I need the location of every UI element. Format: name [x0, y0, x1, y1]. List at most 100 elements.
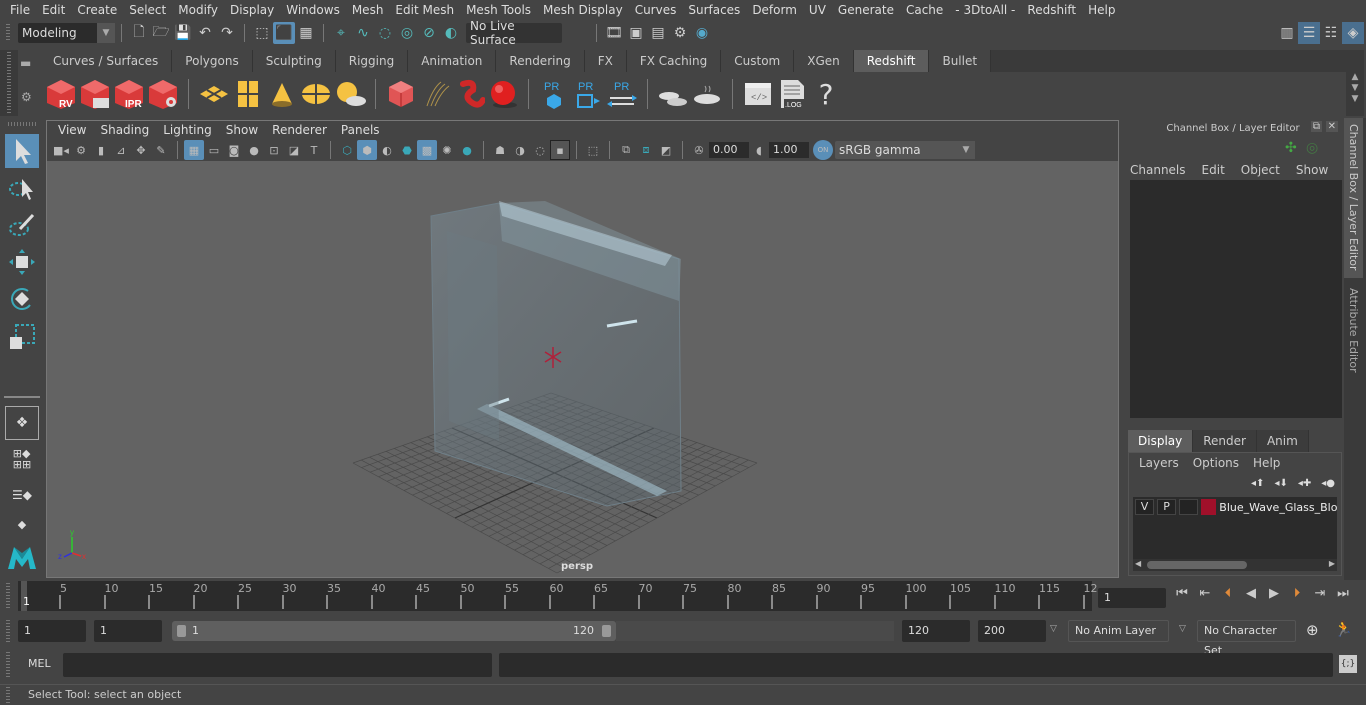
live-surface-field[interactable]: No Live Surface	[466, 19, 562, 47]
isolate-select-icon[interactable]: ⬚	[583, 140, 603, 160]
shelf-menu-icon[interactable]: ▬	[20, 56, 31, 70]
exposure-field[interactable]: 0.00	[709, 142, 749, 158]
menu-mesh-display[interactable]: Mesh Display	[537, 3, 629, 17]
make-live-icon[interactable]: ◐	[440, 22, 462, 44]
scale-tool-icon[interactable]	[5, 320, 39, 354]
four-pane-layout-icon[interactable]: ⊞◆ ⊞⊞	[5, 442, 39, 476]
prev-key-icon[interactable]: ⏴	[1218, 586, 1238, 601]
command-grip[interactable]	[6, 652, 10, 678]
camera-select-icon[interactable]: ■◂	[51, 140, 71, 160]
range-slider[interactable]: 1 120	[172, 621, 616, 641]
shelf-tab-bullet[interactable]: Bullet	[929, 50, 992, 72]
move-layer-up-icon[interactable]: ◂⬆	[1251, 478, 1264, 489]
bookmark-icon[interactable]: ▮	[91, 140, 111, 160]
safe-title-icon[interactable]: T	[304, 140, 324, 160]
snap-point-icon[interactable]: ◌	[374, 22, 396, 44]
menu-edit[interactable]: Edit	[36, 3, 71, 17]
float-panel-icon[interactable]: ⧉	[1310, 121, 1322, 132]
shelf-tab-redshift[interactable]: Redshift	[853, 50, 930, 72]
rs-sphere-icon[interactable]	[486, 77, 520, 111]
layer-list-hscrollbar[interactable]: ◀ ▶	[1133, 559, 1337, 571]
toolbar-grip[interactable]	[6, 24, 10, 42]
glass-block-mesh[interactable]	[430, 201, 682, 507]
shelf-tab-curves-surfaces[interactable]: Curves / Surfaces	[40, 50, 173, 72]
rs-batch-render-icon[interactable]	[78, 77, 112, 111]
depth-of-field-icon[interactable]: ▪	[550, 140, 570, 160]
anim-layer-chevron-icon[interactable]: ▽	[1050, 624, 1057, 634]
render-current-icon[interactable]: ▣	[625, 22, 647, 44]
rs-settings-icon[interactable]	[146, 77, 180, 111]
pr-object-icon[interactable]: PR	[537, 77, 571, 111]
shelf-scroll[interactable]: ▲ ▼ ▼	[1346, 50, 1364, 116]
channel-menu-edit[interactable]: Edit	[1202, 163, 1225, 177]
grid-toggle-icon[interactable]: ▦	[184, 140, 204, 160]
outliner-persp-layout-icon[interactable]: ☰◆	[5, 478, 39, 512]
shelf-tab-animation[interactable]: Animation	[408, 50, 497, 72]
anti-aliasing-icon[interactable]: ◌	[530, 140, 550, 160]
channel-menu-channels[interactable]: Channels	[1130, 163, 1186, 177]
character-set-dropdown[interactable]: No Character Set	[1197, 620, 1296, 657]
shelf-tab-polygons[interactable]: Polygons	[172, 50, 253, 72]
log-icon[interactable]: .LOG	[775, 77, 809, 111]
select-object-icon[interactable]: ⬛	[273, 22, 295, 44]
scene-view[interactable]: y x z persp	[47, 161, 1118, 577]
shelf-tab-rendering[interactable]: Rendering	[496, 50, 585, 72]
script-editor-icon[interactable]: </>	[741, 77, 775, 111]
animation-end-field[interactable]: 200	[978, 620, 1046, 642]
single-pane-layout-icon[interactable]: ❖	[5, 406, 39, 440]
timeline-grip[interactable]	[6, 583, 10, 609]
menu-create[interactable]: Create	[71, 3, 123, 17]
graph-persp-layout-icon[interactable]: ◆	[5, 514, 39, 534]
playback-end-field[interactable]: 120	[902, 620, 970, 642]
rs-sun-sky-icon[interactable]	[333, 77, 367, 111]
redo-icon[interactable]: ↷	[216, 22, 238, 44]
range-end-handle[interactable]	[602, 625, 611, 637]
layer-name[interactable]: Blue_Wave_Glass_Bloc	[1219, 501, 1337, 514]
color-space-dropdown[interactable]: sRGB gamma ▼	[835, 141, 975, 159]
layer-visibility-toggle[interactable]: V	[1135, 499, 1155, 515]
lasso-tool-icon[interactable]	[5, 172, 39, 206]
layer-menu-layers[interactable]: Layers	[1139, 456, 1179, 470]
viewport-menu-panels[interactable]: Panels	[334, 123, 387, 137]
playback-start-field[interactable]: 1	[94, 620, 162, 642]
xray-active-icon[interactable]: ⧈	[636, 140, 656, 160]
current-frame-field[interactable]: 1	[1098, 588, 1166, 608]
use-lights-icon[interactable]: ✺	[437, 140, 457, 160]
command-language-label[interactable]: MEL	[28, 657, 51, 670]
select-component-icon[interactable]: ▦	[295, 22, 317, 44]
xray-joints-icon[interactable]: ◩	[656, 140, 676, 160]
menu-file[interactable]: File	[4, 3, 36, 17]
exposure-icon[interactable]: ✇	[689, 140, 709, 160]
layer-tab-anim[interactable]: Anim	[1256, 430, 1309, 452]
channel-list[interactable]	[1130, 180, 1342, 418]
auto-key-icon[interactable]: ⊕	[1306, 621, 1319, 639]
animation-preferences-icon[interactable]: 🏃	[1334, 620, 1353, 638]
anim-layer-dropdown[interactable]: No Anim Layer	[1068, 620, 1169, 642]
command-input[interactable]	[63, 653, 492, 677]
safe-action-icon[interactable]: ◪	[284, 140, 304, 160]
snap-surface-icon[interactable]: ⊘	[418, 22, 440, 44]
attribute-editor-toggle-icon[interactable]: ☰	[1298, 22, 1320, 44]
scroll-left-icon[interactable]: ◀	[1135, 559, 1141, 568]
menu-3dtoall[interactable]: - 3DtoAll -	[949, 3, 1021, 17]
toolbox-grip[interactable]	[8, 122, 36, 126]
open-scene-icon[interactable]: 🗁	[150, 22, 172, 44]
rs-mesh-proxy-icon[interactable]	[384, 77, 418, 111]
menu-uv[interactable]: UV	[803, 3, 832, 17]
channel-menu-object[interactable]: Object	[1241, 163, 1280, 177]
viewport-menu-renderer[interactable]: Renderer	[265, 123, 334, 137]
sync-icon[interactable]: ◎	[1306, 140, 1318, 156]
channel-menu-show[interactable]: Show	[1296, 163, 1328, 177]
hypershade-icon[interactable]: ◉	[691, 22, 713, 44]
baking-icon[interactable]	[656, 77, 690, 111]
shelf-grip[interactable]	[7, 52, 11, 114]
wireframe-on-shaded-icon[interactable]: ⬣	[397, 140, 417, 160]
play-backward-icon[interactable]: ◀	[1241, 586, 1261, 601]
step-forward-key-icon[interactable]: ⇥	[1310, 586, 1330, 601]
pr-convert-icon[interactable]: PR	[605, 77, 639, 111]
snap-curve-icon[interactable]: ∿	[352, 22, 374, 44]
2d-pan-zoom-icon[interactable]: ✥	[131, 140, 151, 160]
manipulator-icon[interactable]: ✣	[1285, 140, 1297, 156]
color-management-toggle[interactable]: ON	[813, 140, 833, 160]
side-tab-attribute-editor[interactable]: Attribute Editor	[1344, 282, 1363, 382]
